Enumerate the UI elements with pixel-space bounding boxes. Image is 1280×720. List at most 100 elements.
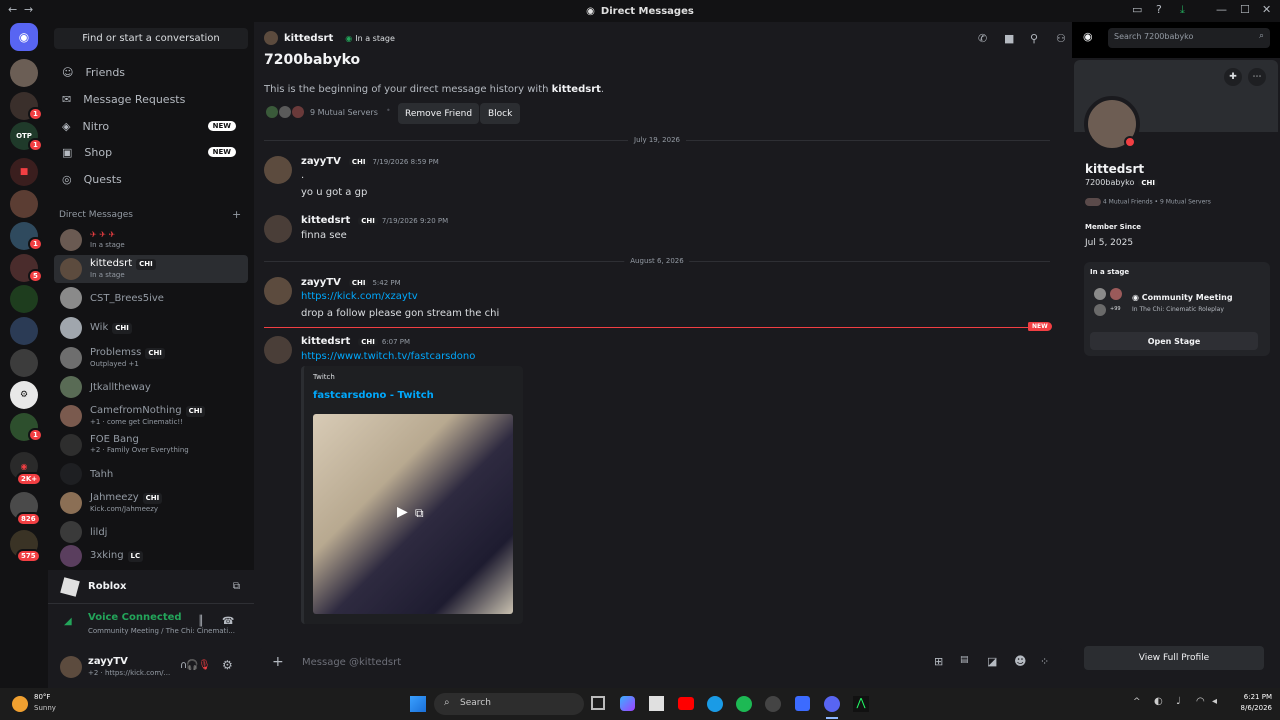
open-stage-button[interactable]: Open Stage	[1090, 332, 1258, 350]
dm-item[interactable]: Wik CHI	[54, 314, 248, 342]
app-icon[interactable]	[765, 696, 781, 712]
voice-channel[interactable]: Community Meeting / The Chi: Cinemati...	[88, 627, 235, 635]
play-icon[interactable]: ▶	[397, 504, 408, 520]
spotify-icon[interactable]	[736, 696, 752, 712]
forward-arrow-icon[interactable]: →	[24, 3, 33, 16]
add-friends-icon[interactable]: ⚇	[1056, 32, 1066, 45]
weather-sun-icon[interactable]	[12, 696, 28, 712]
emoji-icon[interactable]: ☻	[1014, 654, 1027, 668]
weather-temp[interactable]: 80°F	[34, 693, 50, 701]
dm-item[interactable]: FOE Bang +2 · Family Over Everything	[54, 431, 248, 459]
disconnect-icon[interactable]: ☎	[222, 616, 234, 627]
server-icon[interactable]	[10, 317, 38, 345]
store-icon[interactable]	[649, 696, 664, 711]
help-icon[interactable]: ?	[1156, 3, 1162, 16]
dm-item-kittedsrt[interactable]: kittedsrt CHI In a stage	[54, 255, 248, 283]
mute-icon[interactable]: 🎙	[198, 660, 211, 671]
nav-friends[interactable]: ☺ Friends	[54, 60, 248, 84]
create-dm-plus-icon[interactable]: +	[232, 208, 241, 221]
home-button[interactable]: ◉	[10, 23, 38, 51]
dm-item[interactable]: Jahmeezy CHI Kick.com/Jahmeezy	[54, 489, 248, 517]
server-icon[interactable]	[10, 285, 38, 313]
nav-shop[interactable]: ▣ Shop NEW	[54, 140, 248, 164]
server-icon[interactable]	[10, 59, 38, 87]
dm-item[interactable]: CamefromNothing CHI +1 · come get Cinemati…	[54, 402, 248, 430]
dm-item[interactable]: lildj	[54, 518, 248, 546]
discord-taskbar-icon[interactable]	[824, 696, 840, 712]
add-attachment-icon[interactable]: +	[272, 654, 284, 670]
nav-message-requests[interactable]: ✉ Message Requests	[54, 87, 248, 111]
author-avatar[interactable]	[264, 277, 292, 305]
more-options-icon[interactable]: ⋯	[1248, 68, 1266, 86]
mutual-servers-link[interactable]: 9 Mutual Servers	[310, 108, 378, 117]
close-button[interactable]: ✕	[1262, 3, 1271, 16]
dm-item[interactable]: Problemss CHI Outplayed +1	[54, 344, 248, 372]
author-name[interactable]: zayyTV	[301, 156, 341, 167]
block-button[interactable]: Block	[480, 103, 521, 124]
nav-quests[interactable]: ◎ Quests	[54, 167, 248, 191]
microphone-icon[interactable]: ♩	[1176, 696, 1181, 707]
clock-time[interactable]: 6:21 PM	[1232, 693, 1272, 701]
message-link[interactable]: https://www.twitch.tv/fastcarsdono	[301, 351, 475, 362]
wifi-icon[interactable]: ◠	[1196, 696, 1205, 707]
screen-share-icon[interactable]: ⧉	[233, 581, 240, 592]
open-external-icon[interactable]: ⧉	[415, 506, 424, 521]
header-search-input[interactable]: Search 7200babyko	[1114, 32, 1193, 41]
author-avatar[interactable]	[264, 336, 292, 364]
clock-date[interactable]: 8/6/2026	[1232, 704, 1272, 712]
terminal-icon[interactable]: ⋀	[853, 696, 869, 712]
download-icon[interactable]: ⤓	[1180, 3, 1185, 17]
noise-suppression-icon[interactable]: ║	[198, 616, 204, 627]
copilot-icon[interactable]	[620, 696, 635, 711]
header-search-box[interactable]: Search 7200babyko ⌕	[1108, 28, 1270, 48]
app-icon[interactable]	[795, 696, 810, 711]
server-icon[interactable]	[10, 349, 38, 377]
pin-icon[interactable]: ⚲	[1030, 32, 1038, 45]
voice-call-icon[interactable]: ✆	[978, 32, 987, 45]
settings-gear-icon[interactable]: ⚙	[222, 658, 233, 672]
remove-friend-button[interactable]: Remove Friend	[398, 103, 480, 124]
gif-icon[interactable]: ▤	[960, 655, 969, 665]
headset-icon[interactable]: 🎧	[186, 660, 198, 671]
author-name[interactable]: kittedsrt	[301, 336, 350, 347]
author-name[interactable]: kittedsrt	[301, 215, 350, 226]
dm-item[interactable]: 3xking LC	[54, 544, 248, 568]
user-avatar[interactable]	[60, 656, 82, 678]
add-friend-icon[interactable]: ✚	[1224, 68, 1242, 86]
maximize-button[interactable]: ☐	[1240, 3, 1250, 16]
message-input[interactable]: Message @kittedsrt	[302, 657, 401, 668]
windows-start-icon[interactable]	[410, 696, 426, 712]
edge-icon[interactable]	[707, 696, 723, 712]
minimize-button[interactable]: —	[1216, 3, 1227, 16]
author-avatar[interactable]	[264, 156, 292, 184]
server-icon[interactable]: ■	[10, 158, 38, 186]
dm-item[interactable]: CST_Brees5ive	[54, 284, 248, 312]
server-icon[interactable]	[10, 190, 38, 218]
author-name[interactable]: zayyTV	[301, 277, 341, 288]
header-name[interactable]: kittedsrt	[284, 33, 333, 44]
author-avatar[interactable]	[264, 215, 292, 243]
back-arrow-icon[interactable]: ←	[8, 3, 17, 16]
tray-app-icon[interactable]: ◐	[1154, 696, 1163, 707]
apps-icon[interactable]: ⁘	[1040, 655, 1049, 668]
embed-thumbnail[interactable]: ▶ ⧉	[313, 414, 513, 614]
find-conversation-button[interactable]: Find or start a conversation	[54, 28, 248, 49]
taskbar-search[interactable]: ⌕ Search	[434, 693, 584, 715]
dm-item[interactable]: Tahh	[54, 460, 248, 488]
activity-row[interactable]: Roblox ⧉	[48, 570, 254, 604]
embed-title[interactable]: fastcarsdono - Twitch	[313, 390, 434, 401]
video-call-icon[interactable]: ■	[1004, 32, 1014, 45]
server-icon[interactable]: ⚙	[10, 381, 38, 409]
view-full-profile-button[interactable]: View Full Profile	[1084, 646, 1264, 670]
weather-desc[interactable]: Sunny	[34, 704, 56, 712]
dm-item[interactable]: Jtkalltheway	[54, 373, 248, 401]
youtube-icon[interactable]	[678, 697, 694, 710]
dm-item[interactable]: ✈ ✈ ✈ In a stage	[54, 226, 248, 254]
sticker-icon[interactable]: ◪	[987, 655, 997, 668]
gift-icon[interactable]: ⊞	[934, 655, 943, 668]
profile-mutuals[interactable]: 4 Mutual Friends • 9 Mutual Servers	[1085, 198, 1211, 206]
voice-status[interactable]: Voice Connected	[88, 612, 182, 623]
inbox-icon[interactable]: ▭	[1132, 3, 1142, 16]
message-link[interactable]: https://kick.com/xzaytv	[301, 291, 418, 302]
nav-nitro[interactable]: ◈ Nitro NEW	[54, 114, 248, 138]
